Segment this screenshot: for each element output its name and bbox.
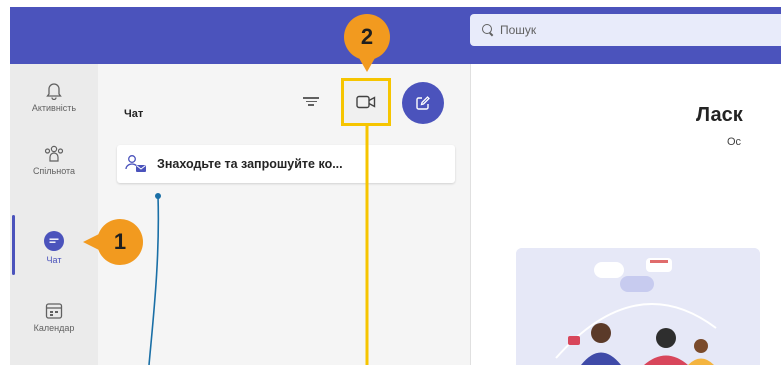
calendar-icon [45,303,63,319]
chat-icon [44,231,64,251]
welcome-illustration [516,248,760,365]
chat-title: Чат [124,108,144,120]
invite-people-label: Знаходьте та запрошуйте ко... [157,157,343,171]
rail-label-activity: Активність [31,103,77,113]
video-camera-icon [356,95,376,109]
rail-item-community[interactable]: Спільнота [10,145,98,176]
search-icon [482,24,494,36]
bell-icon [46,83,62,100]
left-rail: Активність Спільнота Чат Календар [10,64,98,365]
step-badge-2: 2 [344,14,390,72]
compose-icon [416,96,430,110]
welcome-subtitle: Ос [727,136,742,148]
new-chat-button[interactable] [402,82,444,124]
rail-item-activity[interactable]: Активність [10,82,98,113]
search-placeholder: Пошук [500,23,537,37]
search-box[interactable]: Пошук [470,14,781,46]
rail-label-chat: Чат [46,255,62,265]
step-badge-1: 1 [83,219,143,265]
welcome-title: Ласк [696,104,743,126]
rail-active-indicator [12,215,15,275]
rail-label-community: Спільнота [32,166,76,176]
teams-window: Пошук Активність Спільнота Чат Календар … [0,0,781,365]
community-icon [44,145,64,162]
rail-label-calendar: Календар [33,323,75,333]
invite-people-icon [125,155,146,172]
meet-now-button[interactable] [341,78,391,126]
invite-people-item[interactable]: Знаходьте та запрошуйте ко... [117,145,455,183]
filter-icon[interactable] [302,95,320,109]
rail-item-calendar[interactable]: Календар [10,302,98,333]
people-illustration [516,248,760,365]
